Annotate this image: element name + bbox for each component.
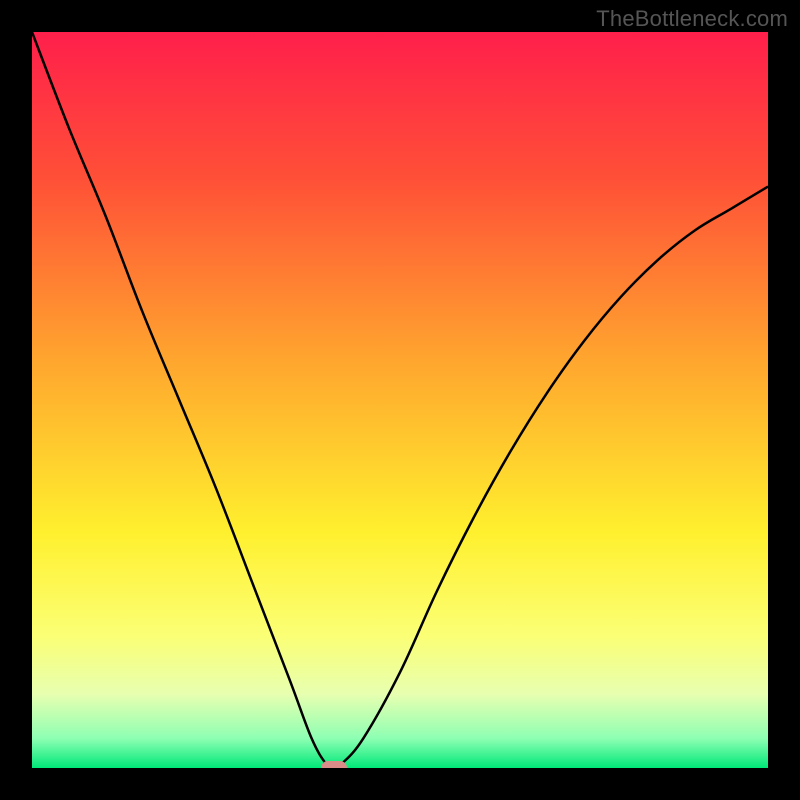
bottleneck-curve xyxy=(32,32,768,768)
watermark-text: TheBottleneck.com xyxy=(596,6,788,32)
optimal-point-marker xyxy=(321,761,347,768)
plot-area xyxy=(32,32,768,768)
curve-path xyxy=(32,32,768,768)
